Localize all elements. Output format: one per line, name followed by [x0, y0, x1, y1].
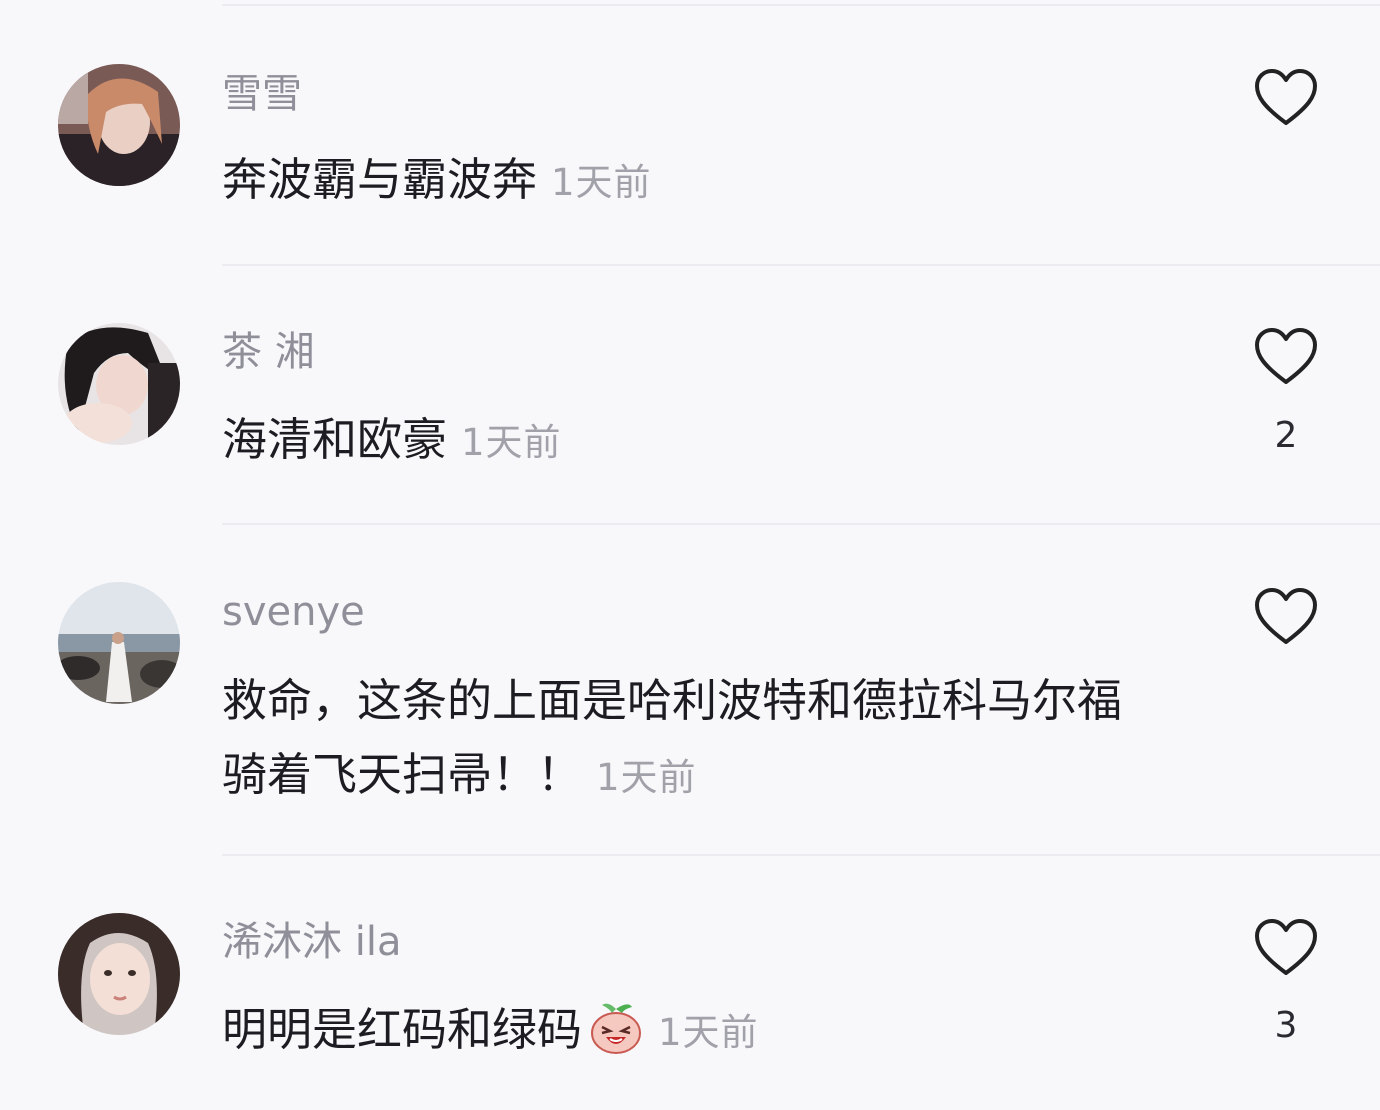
- heart-outline-icon: [1255, 69, 1317, 125]
- comment-body: 奔波霸与霸波奔: [222, 153, 538, 206]
- comment-body: 明明是红码和绿码: [222, 1003, 583, 1056]
- divider: [222, 854, 1380, 856]
- comment-body: 海清和欧豪: [222, 413, 448, 466]
- comment-text: 救命，这条的上面是哈利波特和德拉科马尔福骑着飞天扫帚！！ 1天前: [222, 664, 1142, 815]
- like-button[interactable]: [1253, 327, 1319, 387]
- username[interactable]: 雪雪: [222, 70, 302, 118]
- avatar[interactable]: [58, 64, 180, 186]
- comment-text: 奔波霸与霸波奔 1天前: [222, 146, 1142, 217]
- comment-text: 海清和欧豪 1天前: [222, 406, 1142, 477]
- like-button[interactable]: [1253, 918, 1319, 978]
- timestamp: 1天前: [596, 756, 697, 799]
- timestamp: 1天前: [461, 421, 562, 464]
- heart-outline-icon: [1255, 919, 1317, 975]
- like-button[interactable]: [1253, 68, 1319, 128]
- username[interactable]: svenye: [222, 588, 365, 636]
- divider: [222, 264, 1380, 266]
- heart-outline-icon: [1255, 328, 1317, 384]
- username[interactable]: 浠沐沐 ila: [222, 918, 401, 966]
- avatar[interactable]: [58, 323, 180, 445]
- top-divider: [222, 4, 1380, 6]
- comment-text: 明明是红码和绿码 1天前: [222, 996, 1142, 1067]
- divider: [222, 523, 1380, 525]
- like-count: 3: [1274, 1005, 1298, 1046]
- like-count: 2: [1274, 415, 1298, 456]
- laughing-blob-emoji: [588, 999, 644, 1055]
- heart-outline-icon: [1255, 588, 1317, 644]
- timestamp: 1天前: [658, 1011, 759, 1054]
- username[interactable]: 茶 湘: [222, 328, 315, 376]
- avatar[interactable]: [58, 582, 180, 704]
- avatar[interactable]: [58, 913, 180, 1035]
- timestamp: 1天前: [551, 161, 652, 204]
- like-button[interactable]: [1253, 587, 1319, 647]
